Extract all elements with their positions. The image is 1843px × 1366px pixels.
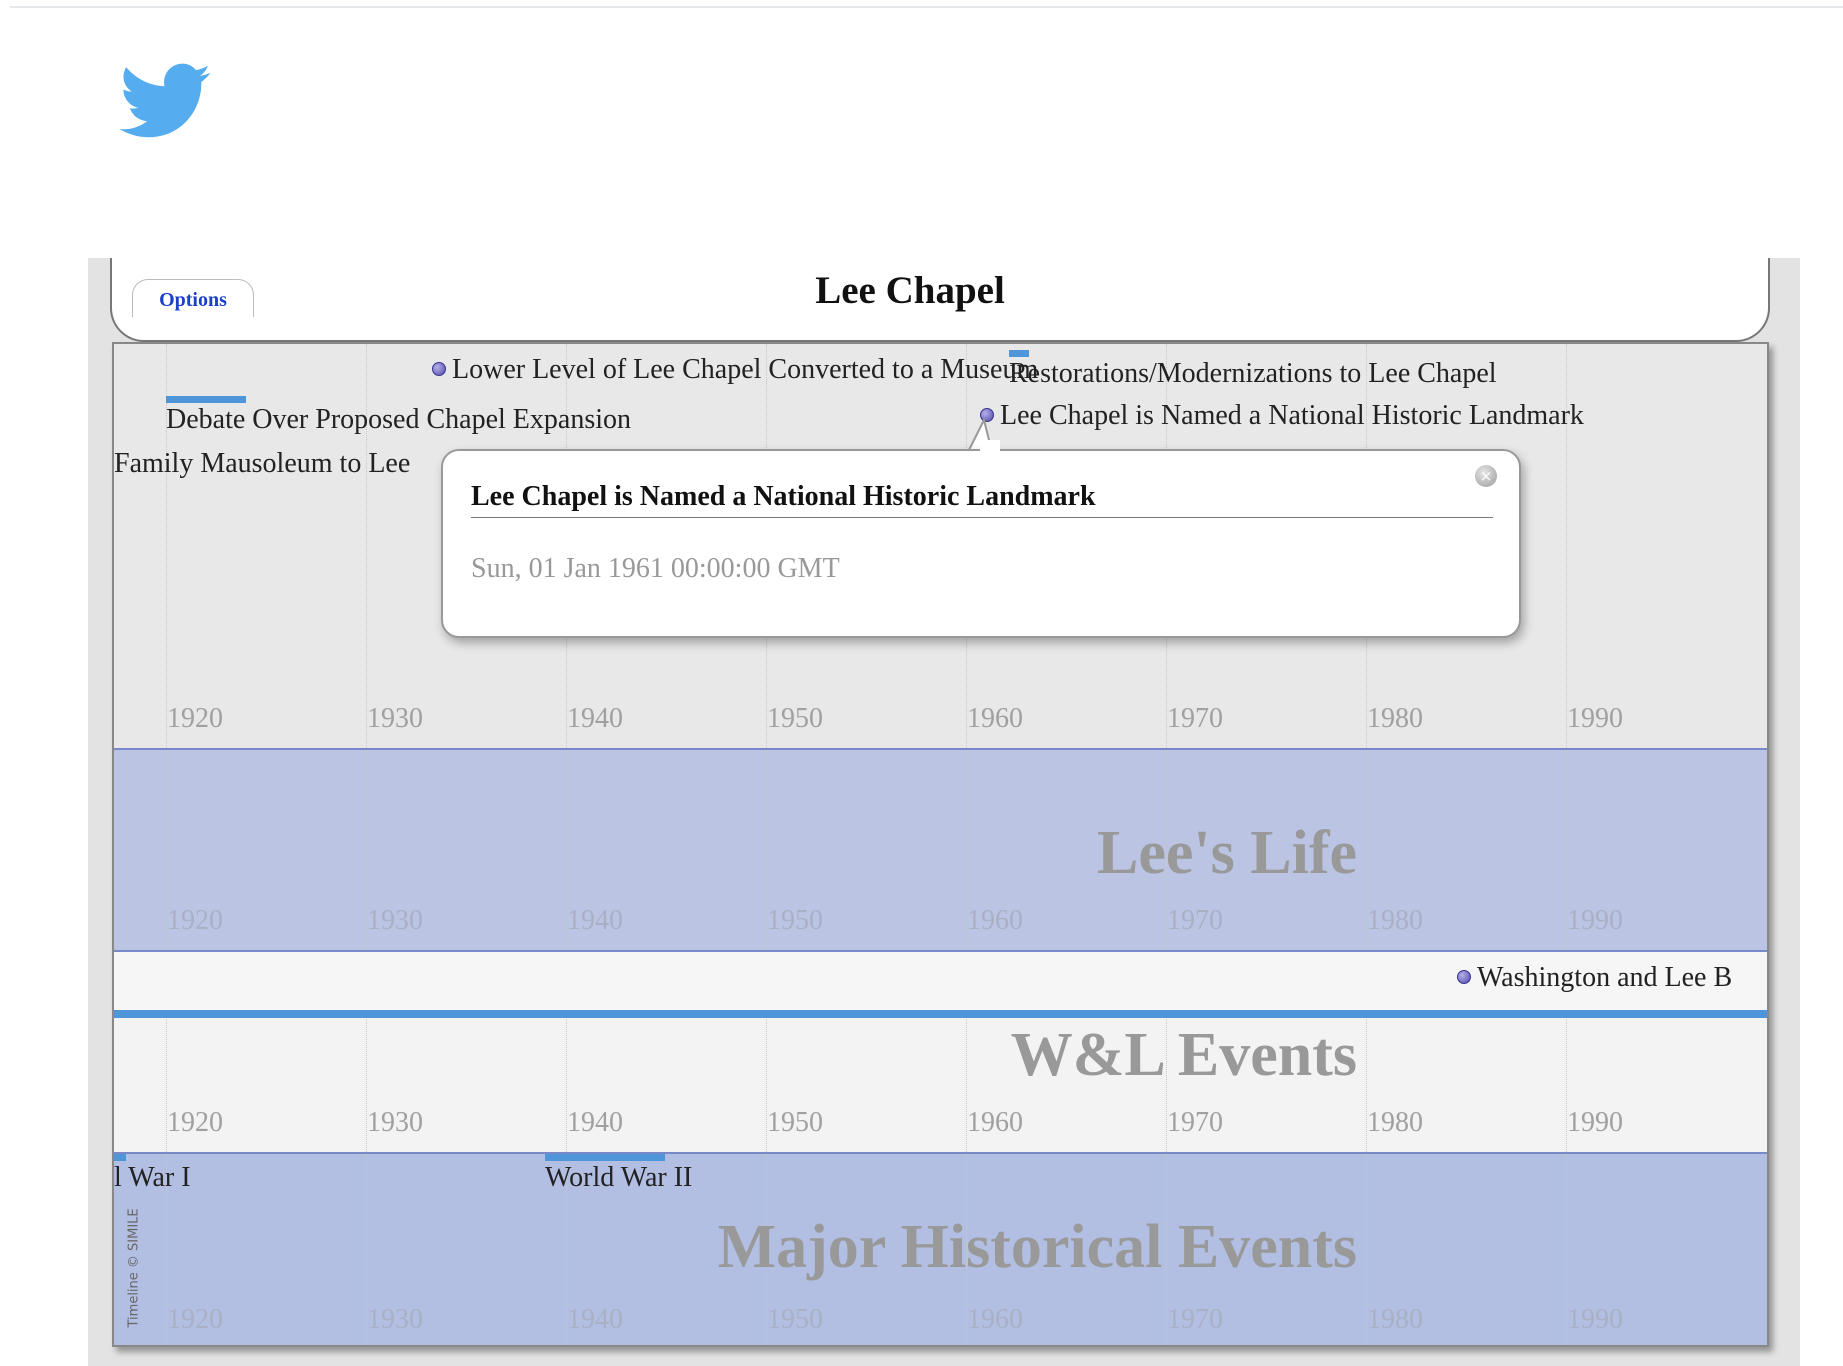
year-tick-label: 1930: [367, 1107, 423, 1138]
year-tick-label: 1970: [1167, 703, 1223, 734]
year-tick-label: 1980: [1367, 905, 1423, 936]
event-debate[interactable]: Debate Over Proposed Chapel Expansion: [166, 404, 631, 436]
year-tick-label: 1970: [1167, 905, 1223, 936]
year-tick-label: 1920: [167, 905, 223, 936]
year-tick-label: 1940: [567, 1304, 623, 1335]
year-tick-label: 1980: [1367, 1107, 1423, 1138]
year-tick-label: 1950: [767, 1304, 823, 1335]
year-tick-label: 1930: [367, 1304, 423, 1335]
year-tick-label: 1960: [967, 905, 1023, 936]
year-tick-label: 1990: [1567, 905, 1623, 936]
year-tick-label: 1960: [967, 703, 1023, 734]
event-ww2[interactable]: World War II: [545, 1162, 692, 1194]
year-tick-label: 1940: [567, 703, 623, 734]
year-tick-label: 1970: [1167, 1107, 1223, 1138]
band-divider: [114, 1010, 1767, 1018]
year-tick-label: 1940: [567, 1107, 623, 1138]
year-tick-label: 1980: [1367, 1304, 1423, 1335]
band-wl-events[interactable]: Washington and Lee B W&L Events 1920 1930…: [114, 952, 1767, 1154]
options-button[interactable]: Options: [132, 279, 254, 317]
year-tick-label: 1920: [167, 1304, 223, 1335]
year-tick-label: 1950: [767, 703, 823, 734]
duration-bar[interactable]: [1009, 350, 1029, 357]
twitter-bird-icon[interactable]: [120, 62, 212, 142]
top-divider: [10, 0, 1843, 8]
duration-bar[interactable]: [166, 396, 246, 403]
band-lees-life[interactable]: Lee's Life 1920 1930 1940 1950 1960 1970 1980 1…: [114, 750, 1767, 952]
bubble-title: Lee Chapel is Named a National Historic …: [471, 481, 1493, 518]
year-tick-label: 1970: [1167, 1304, 1223, 1335]
duration-bar[interactable]: [545, 1154, 665, 1161]
event-ww1[interactable]: l War I: [114, 1162, 191, 1194]
year-tick-label: 1950: [767, 905, 823, 936]
event-mausoleum[interactable]: Family Mausoleum to Lee: [114, 448, 410, 480]
event-museum[interactable]: Lower Level of Lee Chapel Converted to a…: [432, 354, 1038, 386]
year-tick-label: 1920: [167, 1107, 223, 1138]
event-label: Lower Level of Lee Chapel Converted to a…: [452, 354, 1039, 385]
year-tick-label: 1990: [1567, 1304, 1623, 1335]
event-landmark[interactable]: Lee Chapel is Named a National Historic …: [980, 400, 1584, 432]
bubble-date: Sun, 01 Jan 1961 00:00:00 GMT: [471, 553, 840, 584]
event-label: Washington and Lee B: [1477, 962, 1733, 993]
year-tick-label: 1930: [367, 905, 423, 936]
year-tick-label: 1950: [767, 1107, 823, 1138]
event-washington-lee[interactable]: Washington and Lee B: [1457, 962, 1732, 994]
year-tick-label: 1960: [967, 1107, 1023, 1138]
band-label: Lee's Life: [1097, 819, 1357, 887]
event-label: Lee Chapel is Named a National Historic …: [1000, 400, 1584, 431]
year-tick-label: 1940: [567, 905, 623, 936]
band-historical-events[interactable]: l War I World War II Major Historical Ev…: [114, 1154, 1767, 1345]
event-dot-icon: [1457, 970, 1471, 984]
year-tick-label: 1980: [1367, 703, 1423, 734]
simile-credit[interactable]: Timeline © SIMILE: [127, 1208, 142, 1327]
band-label: W&L Events: [1010, 1021, 1357, 1089]
duration-bar[interactable]: [114, 1154, 126, 1161]
year-tick-label: 1930: [367, 703, 423, 734]
bubble-pointer-cover: [980, 440, 1000, 456]
event-info-bubble: × Lee Chapel is Named a National Histori…: [441, 449, 1521, 638]
event-dot-icon: [432, 362, 446, 376]
year-tick-label: 1990: [1567, 703, 1623, 734]
timeline-title: Lee Chapel: [815, 269, 1005, 312]
year-tick-label: 1920: [167, 703, 223, 734]
year-tick-label: 1960: [967, 1304, 1023, 1335]
band-label: Major Historical Events: [717, 1213, 1357, 1281]
event-restorations[interactable]: Restorations/Modernizations to Lee Chape…: [1009, 358, 1497, 390]
year-tick-label: 1990: [1567, 1107, 1623, 1138]
